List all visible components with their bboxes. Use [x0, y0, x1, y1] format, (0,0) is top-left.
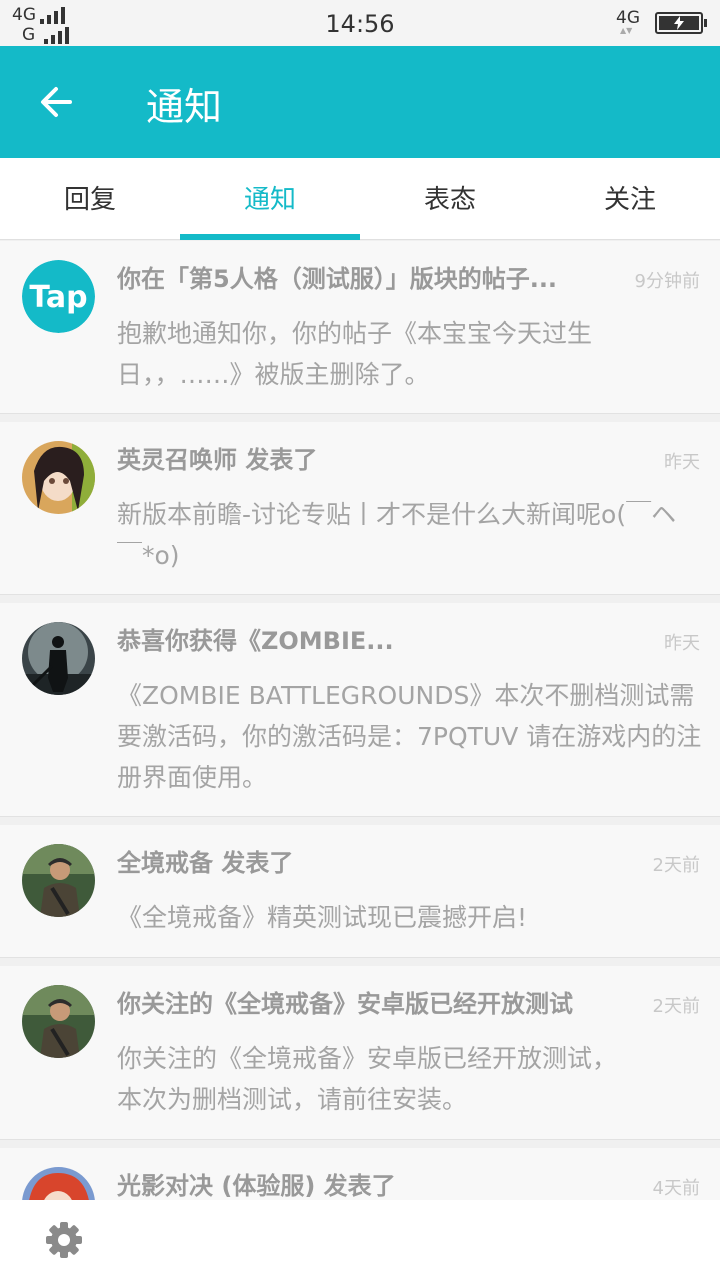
tab-following[interactable]: 关注: [540, 158, 720, 240]
list-item[interactable]: 恭喜你获得《ZOMBIE... 昨天 《ZOMBIE BATTLEGROUNDS…: [0, 603, 720, 817]
charging-icon: [674, 16, 684, 30]
notification-body: 新版本前瞻-讨论专贴丨才不是什么大新闻呢o(￣ヘ￣*o): [117, 500, 677, 570]
list-item[interactable]: Tap 你在「第5人格（测试服）」版块的帖子... 9分钟前 抱歉地通知你，你的…: [0, 241, 720, 414]
status-bar: 4G G 14:56 4G ▲▼: [0, 0, 720, 46]
avatar: [22, 1167, 95, 1200]
notification-body: 《全境戒备》精英测试现已震撼开启!: [117, 903, 528, 932]
list-item[interactable]: 全境戒备 发表了 2天前 《全境戒备》精英测试现已震撼开启!: [0, 825, 720, 958]
list-item[interactable]: 英灵召唤师 发表了 昨天 新版本前瞻-讨论专贴丨才不是什么大新闻呢o(￣ヘ￣*o…: [0, 422, 720, 595]
clock: 14:56: [325, 10, 395, 38]
page-title: 通知: [146, 85, 223, 129]
notification-title: 光影对决 (体验服) 发表了: [117, 1172, 396, 1200]
soldier-avatar-icon: [22, 844, 95, 917]
notification-body: 《ZOMBIE BATTLEGROUNDS》本次不删档测试需要激活码，你的激活码…: [117, 681, 702, 792]
anime-red-hair-avatar-icon: [22, 1167, 95, 1200]
avatar: [22, 844, 95, 917]
tab-notifications[interactable]: 通知: [180, 158, 360, 240]
avatar: [22, 622, 95, 695]
list-item[interactable]: 光影对决 (体验服) 发表了 4天前: [0, 1148, 720, 1200]
notification-body: 你关注的《全境戒备》安卓版已经开放测试，本次为删档测试，请前往安装。: [117, 1044, 618, 1114]
notification-time: 昨天: [664, 452, 700, 473]
svg-text:Tap: Tap: [29, 280, 87, 315]
mobile-data-indicator: 4G ▲▼: [616, 8, 640, 35]
back-button[interactable]: [26, 74, 86, 130]
battery-icon: [655, 12, 707, 34]
notification-time: 9分钟前: [634, 271, 700, 292]
notification-body: 抱歉地通知你，你的帖子《本宝宝今天过生日，，……》被版主删除了。: [117, 319, 593, 389]
notification-time: 4天前: [652, 1178, 700, 1199]
zombie-survivor-avatar-icon: [22, 622, 95, 695]
settings-button[interactable]: [44, 1220, 84, 1260]
network-type-label: 4G: [616, 8, 640, 28]
tab-replies[interactable]: 回复: [0, 158, 180, 240]
notification-time: 2天前: [652, 855, 700, 876]
avatar: [22, 441, 95, 514]
notification-title: 恭喜你获得《ZOMBIE...: [117, 627, 394, 655]
notification-list: Tap 你在「第5人格（测试服）」版块的帖子... 9分钟前 抱歉地通知你，你的…: [0, 241, 720, 1200]
anime-girl-avatar-icon: [22, 441, 95, 514]
notification-time: 2天前: [652, 996, 700, 1017]
tap-logo-icon: Tap: [22, 260, 95, 333]
tab-bar: 回复 通知 表态 关注: [0, 158, 720, 240]
app-bar: 通知: [0, 46, 720, 158]
gear-icon: [46, 1222, 82, 1258]
arrow-left-icon: [41, 87, 72, 117]
avatar: Tap: [22, 260, 95, 333]
notification-title: 你在「第5人格（测试服）」版块的帖子...: [117, 265, 558, 293]
tab-reactions[interactable]: 表态: [360, 158, 540, 240]
notification-title: 全境戒备 发表了: [117, 849, 294, 877]
notification-title: 你关注的《全境戒备》安卓版已经开放测试: [117, 990, 573, 1018]
list-item[interactable]: 你关注的《全境戒备》安卓版已经开放测试 2天前 你关注的《全境戒备》安卓版已经开…: [0, 966, 720, 1140]
notification-title: 英灵召唤师 发表了: [117, 446, 318, 474]
avatar: [22, 985, 95, 1058]
bottom-bar: [0, 1200, 720, 1280]
soldier-avatar-icon: [22, 985, 95, 1058]
notification-time: 昨天: [664, 633, 700, 654]
